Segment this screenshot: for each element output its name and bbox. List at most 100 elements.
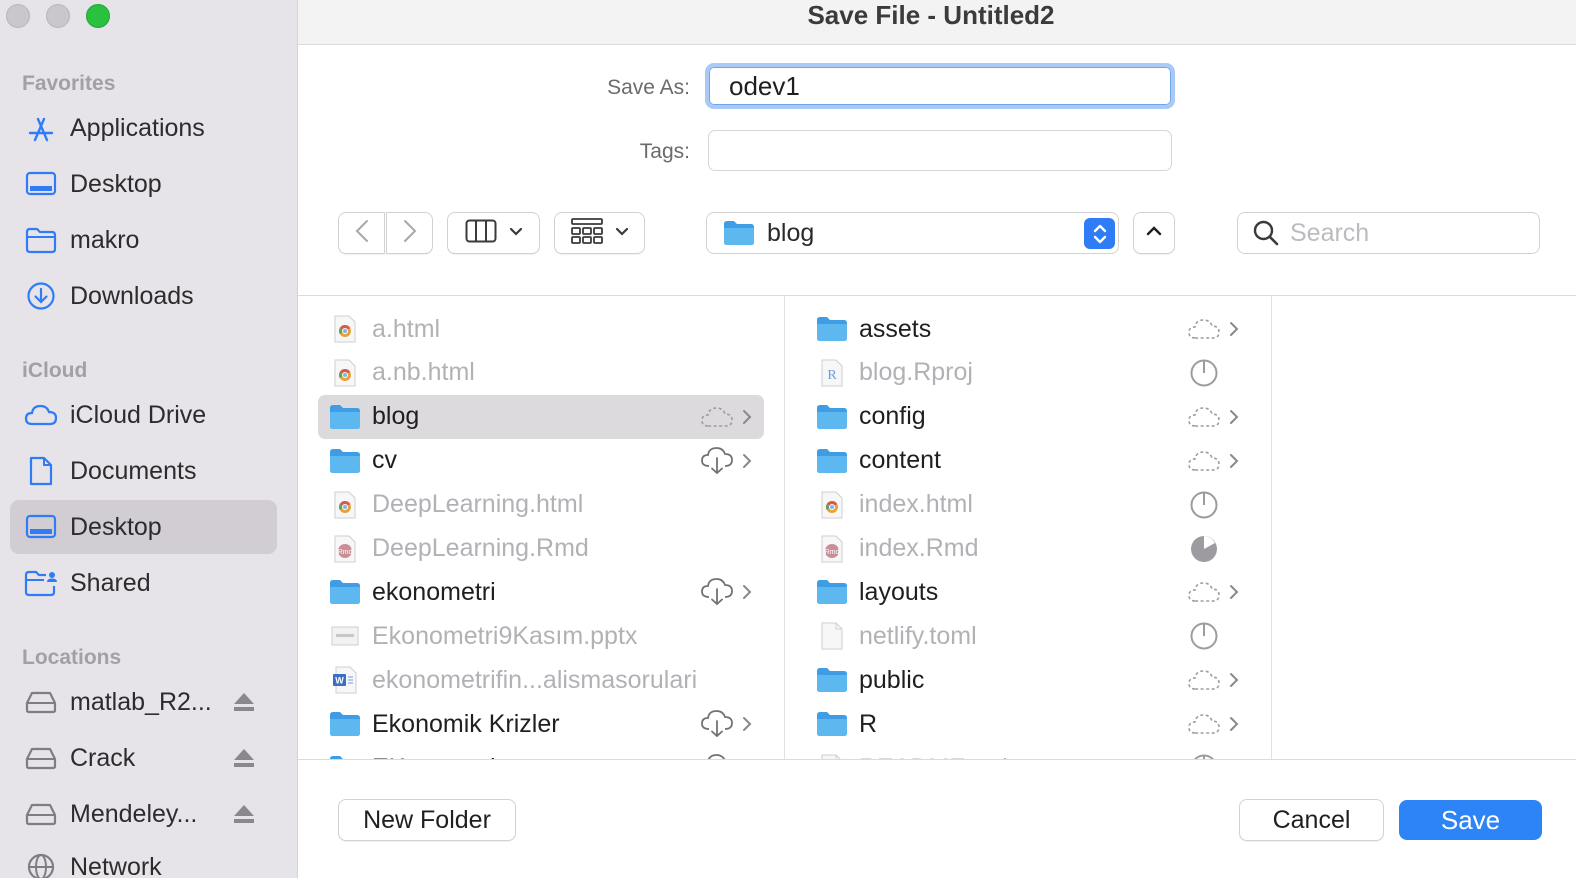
sidebar-item-network[interactable]: Network [10,840,277,878]
file-row[interactable]: content [805,439,1251,483]
save-as-input[interactable] [705,63,1175,109]
file-row[interactable]: a.nb.html [318,351,764,395]
file-row[interactable]: Rmd index.Rmd [805,527,1251,571]
file-row[interactable]: blog [318,394,764,439]
file-row[interactable]: layouts [805,570,1251,614]
file-row[interactable]: cv [318,439,764,483]
cloud-download-icon[interactable] [700,445,734,477]
window-titlebar: Save File - Untitled2 [298,0,1576,45]
file-row[interactable]: R [805,702,1251,746]
file-row[interactable]: Rblog.Rproj [805,351,1251,395]
file-row[interactable]: public [805,658,1251,702]
sidebar-item-desktop-icloud[interactable]: Desktop [10,500,277,554]
chevron-right-icon [1227,668,1241,692]
forward-button[interactable] [386,212,433,254]
folder-icon [328,707,362,741]
sidebar-item-label: iCloud Drive [70,400,207,429]
minimize-window-button[interactable] [46,4,70,28]
file-row[interactable]: a.html [318,307,764,351]
window-title: Save File - Untitled2 [807,0,1055,30]
close-window-button[interactable] [6,4,30,28]
view-mode-button[interactable] [447,212,540,254]
file-row[interactable]: index.html [805,483,1251,527]
progress-empty-icon [1187,752,1221,759]
file-row[interactable]: Rmd DeepLearning.Rmd [318,527,764,571]
eject-icon[interactable] [233,748,255,773]
chevron-right-icon [740,405,754,429]
chevron-right-icon [1227,317,1241,341]
file-row[interactable]: config [805,395,1251,439]
chevron-right-icon [740,580,754,604]
progress-empty-icon [1187,620,1221,652]
file-row[interactable]: DeepLearning.html [318,483,764,527]
cloud-dashed-icon [1187,576,1221,608]
sidebar-item-downloads[interactable]: Downloads [10,269,277,323]
folder-icon [723,220,755,246]
file-name: layouts [859,577,939,606]
folder-icon [815,663,849,697]
file-row[interactable]: assets [805,307,1251,351]
file-row[interactable]: Ekonomik Krizler [318,702,764,746]
location-popup[interactable]: blog [706,212,1119,254]
desktop-icon [24,167,58,201]
folder-icon [328,575,362,609]
browser-column-1[interactable]: a.html a.nb.html blog cv DeepLearning.html Rm… [298,296,785,759]
location-label: blog [767,218,815,247]
cloud-dashed-icon [1187,313,1221,345]
new-folder-button[interactable]: New Folder [338,799,516,841]
chrome-html-icon [815,488,849,522]
file-name: content [859,446,942,475]
sidebar-item-label: Documents [70,456,197,485]
cloud-download-icon[interactable] [700,576,734,608]
file-row[interactable]: EKonomod... [318,746,764,759]
sidebar-item-desktop[interactable]: Desktop [10,157,277,211]
sidebar-item-crack[interactable]: Crack [10,731,277,785]
sidebar-item-icloud-drive[interactable]: iCloud Drive [10,388,277,442]
sidebar-item-label: Network [70,852,162,878]
cloud-download-icon[interactable] [700,708,734,740]
tags-input[interactable] [708,130,1172,171]
tags-label: Tags: [639,140,690,163]
back-button[interactable] [338,212,385,254]
folder-icon [815,444,849,478]
file-row[interactable]: README.md [805,746,1251,759]
grid-view-icon [570,217,603,249]
up-down-stepper-icon [1084,218,1115,249]
browser-column-3[interactable] [1272,296,1576,759]
sidebar-item-applications[interactable]: Applications [10,101,277,155]
file-name: Ekonometri9Kasım.pptx [372,621,638,650]
sidebar-section-favorites: Favorites [22,72,116,95]
rproj-icon: R [815,356,849,390]
save-button[interactable]: Save [1399,800,1542,840]
search-icon [1252,219,1280,247]
cloud-download-icon[interactable] [700,752,734,759]
file-browser: a.html a.nb.html blog cv DeepLearning.html Rm… [298,295,1576,760]
sidebar-item-matlab[interactable]: matlab_R2... [10,675,277,729]
svg-text:Rmd: Rmd [338,549,353,556]
search-box[interactable] [1237,212,1540,254]
cancel-button[interactable]: Cancel [1239,799,1384,841]
collapse-expand-button[interactable] [1133,212,1175,254]
browser-column-2[interactable]: assets Rblog.Rproj config content index.html… [785,296,1272,759]
cloud-dashed-icon [700,401,734,433]
sidebar-item-documents[interactable]: Documents [10,444,277,498]
sidebar-item-shared[interactable]: Shared [10,556,277,610]
search-input[interactable] [1290,218,1530,248]
eject-icon[interactable] [233,692,255,717]
sidebar-item-makro[interactable]: makro [10,213,277,267]
file-row[interactable]: Ekonometri9Kasım.pptx [318,614,764,658]
sidebar-item-label: Desktop [70,169,162,198]
folder-icon [815,575,849,609]
sidebar-item-mendeley[interactable]: Mendeley... [10,787,277,841]
group-mode-button[interactable] [554,212,645,254]
chevron-down-icon [509,224,523,242]
file-row[interactable]: Wekonometrifin...alismasorulari [318,658,764,702]
file-row[interactable]: netlify.toml [805,614,1251,658]
file-row[interactable]: ekonometri [318,570,764,614]
file-name: Ekonomik Krizler [372,709,560,738]
svg-text:W: W [335,676,344,686]
shared-folder-icon [24,566,58,600]
file-name: assets [859,314,932,343]
eject-icon[interactable] [233,804,255,829]
zoom-window-button[interactable] [86,4,110,28]
